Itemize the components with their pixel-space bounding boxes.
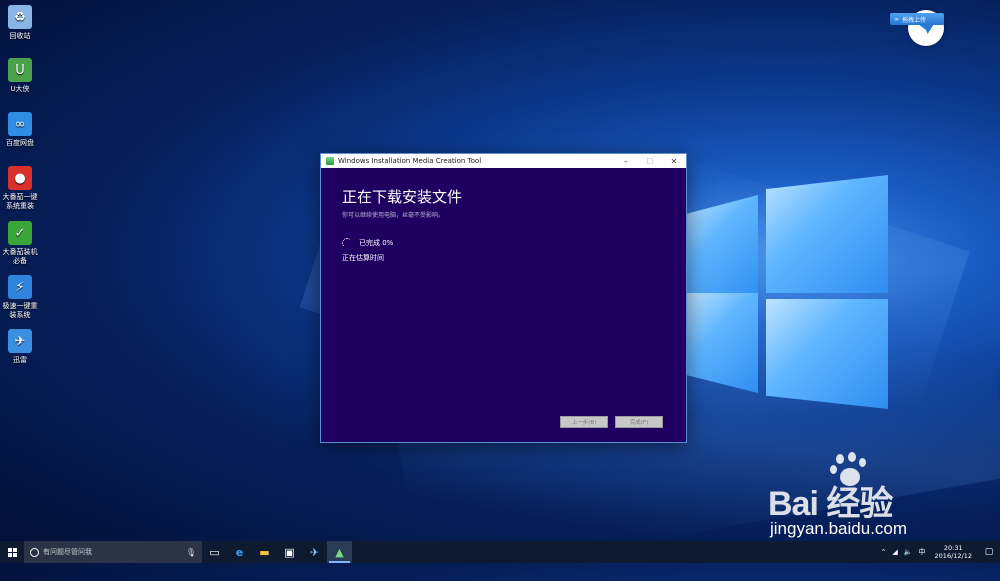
cortana-search-box[interactable]: 有问题尽管问我 🎙 bbox=[24, 541, 202, 563]
desktop-icon-label: 回收站 bbox=[9, 32, 31, 40]
baidu-netdisk-icon: ∞ bbox=[8, 112, 32, 136]
store-icon[interactable]: ▣ bbox=[277, 541, 302, 563]
desktop-icon[interactable]: U U大侠 bbox=[0, 58, 40, 94]
desktop-icon[interactable]: ✈ 迅雷 bbox=[0, 329, 40, 365]
clock-date: 2016/12/12 bbox=[934, 552, 972, 560]
paper-plane-icon bbox=[918, 24, 934, 34]
spinner-icon bbox=[342, 238, 352, 248]
desktop-icon[interactable]: ⚡ 极速一键重装系统 bbox=[0, 275, 40, 320]
ime-indicator[interactable]: 中 bbox=[919, 547, 926, 557]
desktop-icon-label: 极速一键重装系统 bbox=[2, 302, 38, 319]
maximize-button: ☐ bbox=[646, 156, 654, 166]
desktop-icon-label: 迅雷 bbox=[13, 356, 27, 364]
system-tray: ⌃ ◢ 🔈 中 20:31 2016/12/12 ▢ bbox=[878, 544, 1000, 560]
close-button[interactable]: ✕ bbox=[662, 157, 686, 166]
back-button[interactable]: 上一步(B) bbox=[560, 416, 608, 428]
tomato-essentials-icon: ✓ bbox=[8, 221, 32, 245]
file-explorer-icon[interactable]: ▬ bbox=[252, 541, 277, 563]
desktop-icon-label: 大番茄装机必备 bbox=[2, 248, 38, 265]
watermark-url: jingyan.baidu.com bbox=[770, 519, 908, 538]
cortana-icon bbox=[30, 547, 39, 557]
watermark-text: Bai 经验 bbox=[768, 485, 893, 523]
desktop-icon-label: 大番茄一键系统重装 bbox=[2, 193, 38, 210]
network-icon[interactable]: ◢ bbox=[892, 548, 897, 556]
clock-time: 20:31 bbox=[943, 544, 963, 552]
volume-icon[interactable]: 🔈 bbox=[904, 548, 913, 556]
media-creation-taskbar-icon[interactable]: ▲ bbox=[327, 541, 352, 563]
media-creation-dialog: Windows Installation Media Creation Tool… bbox=[320, 153, 687, 443]
taskbar: 有问题尽管问我 🎙 ▭ e ▬ ▣ ✈ ▲ ⌃ ◢ 🔈 中 20:31 2016… bbox=[0, 541, 1000, 563]
desktop-icon[interactable]: ● 大番茄一键系统重装 bbox=[0, 166, 40, 211]
desktop-icon-label: 百度网盘 bbox=[6, 139, 34, 147]
dialog-title: Windows Installation Media Creation Tool bbox=[338, 157, 482, 165]
clock[interactable]: 20:31 2016/12/12 bbox=[935, 544, 972, 560]
edge-browser-icon[interactable]: e bbox=[227, 541, 252, 563]
minimize-button[interactable]: – bbox=[614, 157, 638, 166]
page-subtext: 你可以继续使用电脑，丝毫不受影响。 bbox=[342, 212, 445, 219]
dialog-titlebar[interactable]: Windows Installation Media Creation Tool… bbox=[321, 154, 686, 168]
desktop-icon-label: U大侠 bbox=[10, 85, 30, 93]
tomato-reinstall-icon: ● bbox=[8, 166, 32, 190]
fast-reinstall-icon: ⚡ bbox=[8, 275, 32, 299]
windows-start-icon bbox=[7, 547, 17, 557]
cloud-icon: ∞ bbox=[894, 15, 899, 23]
recycle-bin-icon: ♻ bbox=[8, 5, 32, 29]
microphone-icon[interactable]: 🎙 bbox=[186, 548, 196, 557]
start-button[interactable] bbox=[0, 541, 24, 563]
app-icon bbox=[326, 157, 334, 165]
desktop-icon[interactable]: ✓ 大番茄装机必备 bbox=[0, 221, 40, 266]
xunlei-icon: ✈ bbox=[8, 329, 32, 353]
notification-center-icon[interactable]: ▢ bbox=[978, 547, 1000, 557]
desktop-icon[interactable]: ♻ 回收站 bbox=[0, 5, 40, 41]
search-placeholder: 有问题尽管问我 bbox=[43, 548, 92, 556]
drag-upload-badge[interactable]: ∞ 拖拽上传 bbox=[890, 13, 944, 25]
finish-button[interactable]: 完成(F) bbox=[615, 416, 663, 428]
status-text: 正在估算时间 bbox=[342, 254, 384, 262]
page-heading: 正在下载安装文件 bbox=[342, 188, 463, 206]
task-view-icon[interactable]: ▭ bbox=[202, 541, 227, 563]
windows-logo bbox=[686, 175, 891, 410]
u-daxia-icon: U bbox=[8, 58, 32, 82]
progress-text: 已完成 0% bbox=[359, 239, 394, 247]
drag-upload-label: 拖拽上传 bbox=[902, 16, 927, 24]
xunlei-taskbar-icon[interactable]: ✈ bbox=[302, 541, 327, 563]
desktop-icon[interactable]: ∞ 百度网盘 bbox=[0, 112, 40, 148]
chevron-up-icon[interactable]: ⌃ bbox=[881, 548, 887, 556]
